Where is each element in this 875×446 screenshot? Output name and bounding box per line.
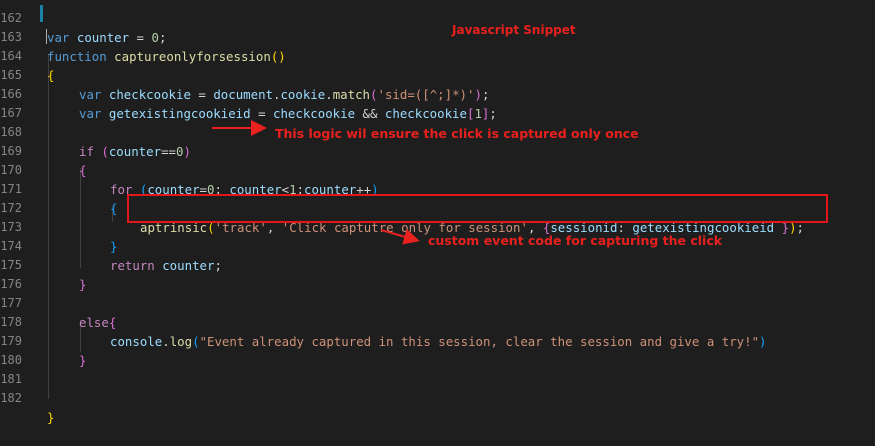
operator: = — [250, 106, 273, 121]
code-line-163[interactable]: function captureonlyforsession() — [0, 28, 875, 64]
snippet-title: Javascript Snippet — [452, 23, 576, 37]
code-line-165[interactable]: var checkcookie = document.cookie.match(… — [0, 66, 875, 102]
code-line-175[interactable]: } — [0, 256, 875, 292]
code-line-182[interactable]: } — [0, 389, 875, 425]
code-line-178[interactable]: console.log("Event already captured in t… — [0, 313, 875, 349]
annotation-custom-event-note: custom event code for capturing the clic… — [428, 233, 723, 248]
annotation-once-note: This logic wil ensure the click is captu… — [275, 126, 639, 141]
identifier: checkcookie — [273, 106, 356, 121]
keyword: var — [79, 106, 102, 121]
highlight-box — [127, 194, 828, 223]
punctuation: ; — [489, 106, 497, 121]
code-line-170[interactable]: for (counter=0; counter<1;counter++) — [0, 161, 875, 197]
code-line-177[interactable]: else{ — [0, 294, 875, 330]
bracket: } — [79, 277, 87, 292]
code-line-162[interactable]: var counter = 0; — [0, 9, 875, 45]
code-editor[interactable]: 162 163 164 165 166 167 168 169 170 171 … — [0, 0, 875, 425]
bracket: } — [79, 353, 87, 368]
bracket: } — [47, 410, 55, 425]
identifier: getexistingcookieid — [108, 106, 251, 121]
code-line-169[interactable]: { — [0, 142, 875, 178]
code-line-166[interactable]: var getexistingcookieid = checkcookie &&… — [0, 85, 875, 121]
identifier: checkcookie — [384, 106, 467, 121]
operator: && — [355, 106, 385, 121]
code-line-164[interactable]: { — [0, 47, 875, 83]
code-line-179[interactable]: } — [0, 332, 875, 368]
text-cursor — [46, 29, 47, 44]
number-literal: 1 — [474, 106, 482, 121]
